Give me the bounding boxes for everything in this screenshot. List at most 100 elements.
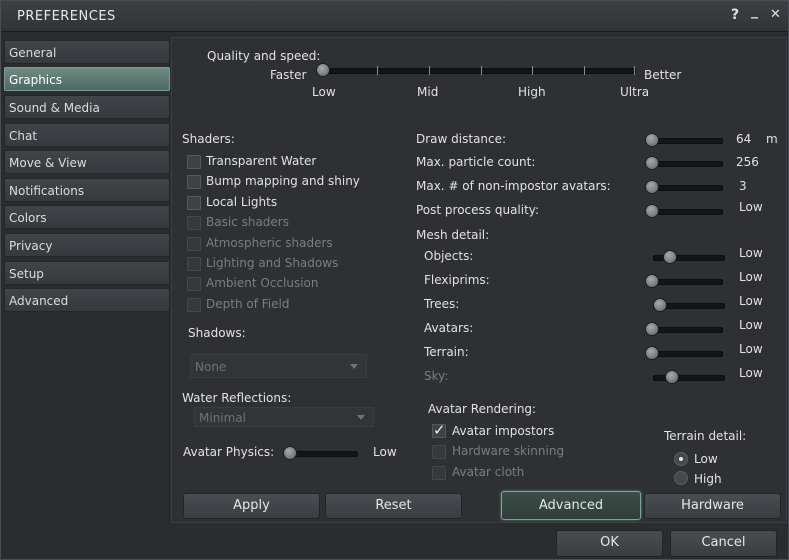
lighting-shadows-label: Lighting and Shadows — [206, 256, 339, 270]
sidebar-item-sound-media[interactable]: Sound & Media — [4, 95, 170, 119]
mesh-sky-slider-track[interactable] — [653, 375, 725, 381]
post-process-quality-label: Post process quality: — [416, 203, 540, 217]
mesh-detail-label: Mesh detail: — [416, 228, 490, 242]
minimize-button[interactable]: _ — [751, 3, 758, 19]
transparent-water-checkbox[interactable] — [187, 155, 201, 169]
draw-distance-slider-track[interactable] — [651, 138, 723, 144]
water-reflections-label: Water Reflections: — [182, 391, 292, 405]
hardware-button[interactable]: Hardware — [644, 493, 781, 519]
non-impostor-avatars-slider-track[interactable] — [651, 185, 723, 191]
terrain-detail-label: Terrain detail: — [664, 429, 747, 443]
particle-count-value: 256 — [736, 155, 759, 169]
bump-mapping-label: Bump mapping and shiny — [206, 174, 360, 188]
quality-tick-label: Ultra — [620, 85, 650, 99]
mesh-terrain-label: Terrain: — [424, 345, 469, 359]
sidebar-item-move-view[interactable]: Move & View — [4, 150, 170, 174]
mesh-objects-slider-thumb[interactable] — [663, 250, 677, 264]
help-button[interactable]: ? — [731, 7, 739, 23]
graphics-panel: Quality and speed: Faster Better Low Mid… — [171, 37, 787, 523]
sidebar-item-label: Notifications — [9, 184, 85, 198]
preferences-window: PREFERENCES ? _ ✕ General Graphics Sound… — [0, 0, 789, 560]
sidebar-item-notifications[interactable]: Notifications — [4, 178, 170, 202]
non-impostor-avatars-value: 3 — [739, 179, 747, 193]
sidebar-item-chat[interactable]: Chat — [4, 123, 170, 147]
lighting-shadows-checkbox[interactable] — [187, 257, 201, 271]
quality-slider-thumb[interactable] — [316, 63, 330, 77]
particle-count-slider-thumb[interactable] — [645, 156, 659, 170]
ambient-occlusion-checkbox[interactable] — [187, 277, 201, 291]
mesh-avatars-slider-track[interactable] — [651, 327, 723, 333]
shaders-label: Shaders: — [182, 132, 235, 146]
ambient-occlusion-label: Ambient Occlusion — [206, 276, 319, 290]
sidebar-item-graphics[interactable]: Graphics — [4, 67, 170, 91]
quality-tick — [634, 66, 635, 75]
draw-distance-label: Draw distance: — [416, 132, 507, 146]
checkmark-icon: ✓ — [433, 421, 446, 439]
cancel-button[interactable]: Cancel — [670, 530, 777, 557]
chevron-down-icon — [357, 415, 365, 420]
sidebar-item-label: General — [9, 46, 57, 60]
bump-mapping-checkbox[interactable] — [187, 175, 201, 189]
reset-button[interactable]: Reset — [325, 493, 462, 519]
quality-tick — [481, 66, 482, 75]
sidebar-item-advanced[interactable]: Advanced — [4, 288, 170, 312]
shadows-value: None — [195, 360, 227, 374]
hardware-skinning-label: Hardware skinning — [452, 444, 565, 458]
mesh-avatars-value: Low — [739, 318, 763, 332]
mesh-terrain-slider-thumb[interactable] — [645, 346, 659, 360]
chevron-down-icon — [350, 364, 358, 369]
local-lights-checkbox[interactable] — [187, 196, 201, 210]
mesh-flexiprims-value: Low — [739, 270, 763, 284]
close-button[interactable]: ✕ — [770, 7, 781, 22]
sidebar-item-colors[interactable]: Colors — [4, 205, 170, 229]
mesh-avatars-slider-thumb[interactable] — [645, 322, 659, 336]
particle-count-slider-track[interactable] — [651, 161, 723, 167]
sidebar-item-label: Move & View — [9, 156, 87, 170]
title-bar[interactable]: PREFERENCES ? _ ✕ — [1, 1, 788, 32]
basic-shaders-checkbox[interactable] — [187, 216, 201, 230]
shadows-dropdown[interactable]: None — [190, 354, 367, 378]
apply-button[interactable]: Apply — [183, 493, 320, 519]
sidebar-item-label: Advanced — [9, 294, 69, 308]
mesh-flexiprims-slider-track[interactable] — [651, 279, 723, 285]
avatar-cloth-label: Avatar cloth — [452, 465, 525, 479]
terrain-low-radio[interactable] — [674, 452, 688, 466]
avatar-physics-value: Low — [373, 445, 397, 459]
quality-label: Quality and speed: — [207, 49, 321, 63]
mesh-sky-label: Sky: — [424, 369, 449, 383]
non-impostor-avatars-label: Max. # of non-impostor avatars: — [416, 179, 611, 193]
ok-button[interactable]: OK — [556, 530, 663, 557]
radio-selected-dot — [679, 457, 683, 461]
water-reflections-dropdown[interactable]: Minimal — [194, 407, 374, 427]
avatar-cloth-checkbox[interactable] — [432, 466, 446, 480]
draw-distance-slider-thumb[interactable] — [645, 133, 659, 147]
terrain-high-radio[interactable] — [674, 471, 688, 485]
draw-distance-unit: m — [766, 132, 778, 146]
non-impostor-avatars-slider-thumb[interactable] — [645, 180, 659, 194]
avatar-physics-label: Avatar Physics: — [183, 445, 275, 459]
avatar-physics-slider-thumb[interactable] — [283, 446, 297, 460]
shadows-label: Shadows: — [188, 326, 246, 340]
mesh-flexiprims-slider-thumb[interactable] — [645, 274, 659, 288]
atmospheric-shaders-checkbox[interactable] — [187, 237, 201, 251]
mesh-avatars-label: Avatars: — [424, 321, 474, 335]
avatar-impostors-checkbox[interactable]: ✓ — [432, 421, 446, 439]
mesh-trees-value: Low — [739, 294, 763, 308]
sidebar-item-label: Sound & Media — [9, 101, 100, 115]
mesh-trees-slider-thumb[interactable] — [653, 298, 667, 312]
terrain-high-label: High — [694, 472, 722, 486]
sidebar-item-privacy[interactable]: Privacy — [4, 233, 170, 257]
sidebar-item-setup[interactable]: Setup — [4, 261, 170, 285]
depth-of-field-checkbox[interactable] — [187, 298, 201, 312]
depth-of-field-label: Depth of Field — [206, 297, 290, 311]
post-process-slider-track[interactable] — [651, 209, 723, 215]
quality-slider-track[interactable] — [320, 68, 636, 74]
avatar-impostors-label: Avatar impostors — [452, 424, 555, 438]
sidebar-item-general[interactable]: General — [4, 40, 170, 64]
mesh-terrain-slider-track[interactable] — [651, 351, 723, 357]
hardware-skinning-checkbox[interactable] — [432, 445, 446, 459]
mesh-sky-slider-thumb[interactable] — [665, 370, 679, 384]
advanced-button[interactable]: Advanced — [501, 491, 641, 520]
post-process-slider-thumb[interactable] — [645, 204, 659, 218]
water-reflections-value: Minimal — [199, 411, 247, 425]
